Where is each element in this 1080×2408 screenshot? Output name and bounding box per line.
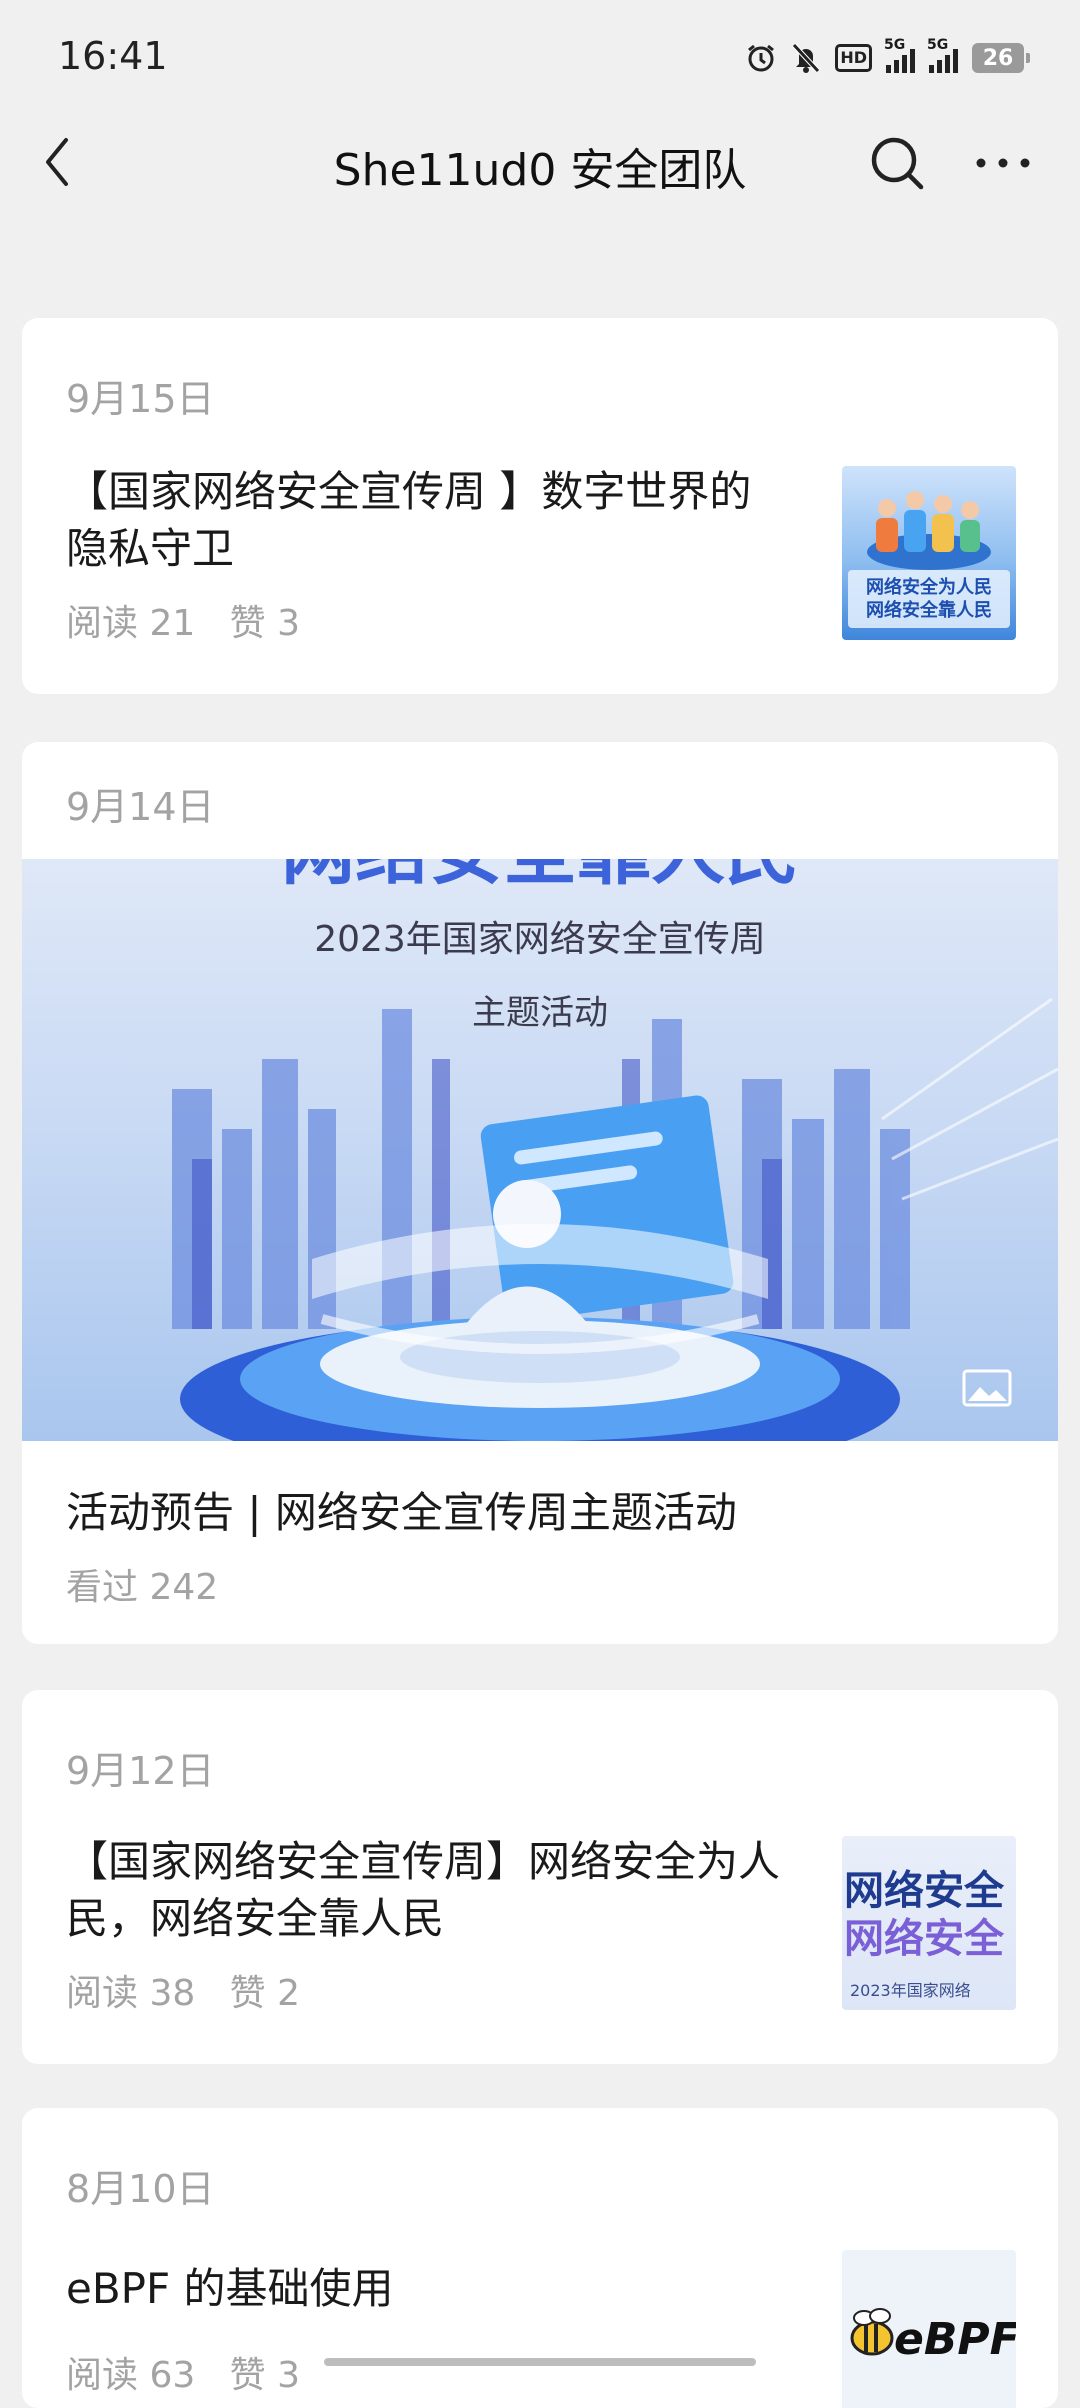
bell-muted-icon: [791, 42, 821, 74]
article-date: 8月10日: [66, 2167, 215, 2211]
svg-text:eBPF: eBPF: [894, 2314, 1016, 2365]
article-banner-image[interactable]: 网络安全靠人民 2023年国家网络安全宣传周 主题活动: [22, 859, 1058, 1441]
article-card-banner[interactable]: 9月14日 网络安全靠人民 2023年国家网络安全宣传周 主题活动: [22, 742, 1058, 1644]
article-card[interactable]: 9月15日 【国家网络安全宣传周 】数字世界的 隐私守卫 阅读 21 赞 3 网…: [22, 318, 1058, 694]
svg-text:网络安全: 网络安全: [844, 1916, 1005, 1962]
search-icon[interactable]: [864, 130, 930, 196]
article-stats: 阅读 21 赞 3: [66, 603, 300, 644]
article-title[interactable]: 【国家网络安全宣传周 】数字世界的 隐私守卫: [66, 463, 826, 577]
article-stats: 阅读 63 赞 3: [66, 2355, 300, 2396]
hd-icon: HD: [835, 44, 872, 72]
article-thumbnail[interactable]: 网络安全为人民 网络安全靠人民: [842, 466, 1016, 640]
svg-text:主题活动: 主题活动: [472, 993, 608, 1033]
svg-text:网络安全: 网络安全: [844, 1868, 1005, 1914]
status-time: 16:41: [58, 34, 168, 78]
svg-text:网络安全为人民: 网络安全为人民: [866, 576, 992, 598]
signal-5g-icon: 5G: [884, 37, 915, 73]
article-thumbnail[interactable]: 网络安全 网络安全 2023年国家网络: [842, 1836, 1016, 2010]
article-date: 9月14日: [66, 785, 215, 829]
article-thumbnail[interactable]: eBPF: [842, 2250, 1016, 2408]
article-stats: 阅读 38 赞 2: [66, 1973, 300, 2014]
bee-logo: [850, 2308, 894, 2356]
svg-text:网络安全靠人民: 网络安全靠人民: [866, 599, 992, 621]
alarm-icon: [745, 42, 777, 74]
home-indicator[interactable]: [324, 2358, 756, 2366]
signal-5g-icon: 5G: [927, 37, 958, 73]
image-icon: [962, 1369, 1012, 1407]
more-icon[interactable]: [970, 130, 1036, 196]
article-stats: 看过 242: [66, 1567, 219, 1608]
nav-bar: She11ud0 安全团队: [0, 110, 1080, 220]
svg-text:2023年国家网络: 2023年国家网络: [850, 1981, 971, 2000]
svg-text:2023年国家网络安全宣传周: 2023年国家网络安全宣传周: [314, 919, 766, 960]
svg-text:网络安全靠人民: 网络安全靠人民: [281, 859, 799, 895]
article-date: 9月12日: [66, 1749, 215, 1793]
article-card[interactable]: 9月12日 【国家网络安全宣传周】网络安全为人 民，网络安全靠人民 阅读 38 …: [22, 1690, 1058, 2064]
article-date: 9月15日: [66, 377, 215, 421]
status-bar: 16:41 HD 5G 5G 26: [0, 0, 1080, 110]
status-icons: HD 5G 5G 26: [745, 37, 1030, 78]
article-title[interactable]: 【国家网络安全宣传周】网络安全为人 民，网络安全靠人民: [66, 1833, 826, 1947]
article-title[interactable]: eBPF 的基础使用: [66, 2260, 826, 2317]
battery-icon: 26: [972, 43, 1030, 73]
article-title[interactable]: 活动预告 | 网络安全宣传周主题活动: [66, 1484, 1016, 1541]
